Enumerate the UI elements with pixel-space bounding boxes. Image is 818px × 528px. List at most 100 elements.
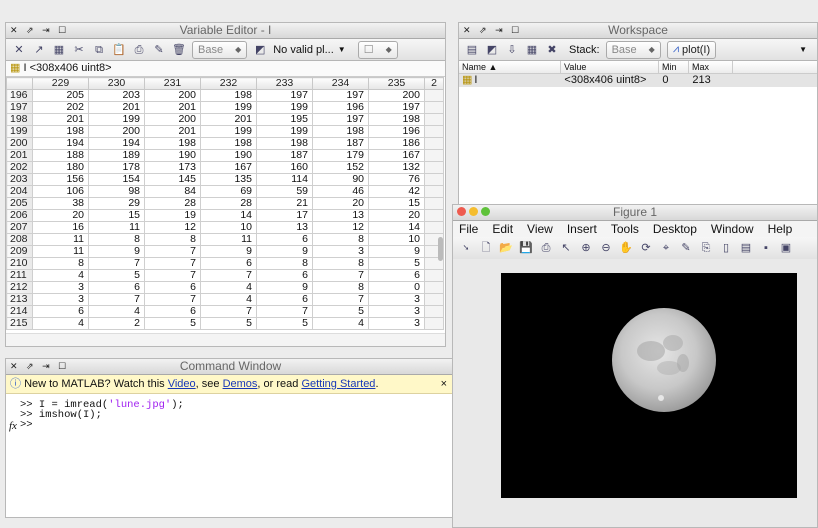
table-cell[interactable]: 6 <box>144 281 201 294</box>
row-header[interactable]: 212 <box>6 281 33 294</box>
row-header[interactable]: 215 <box>6 317 33 330</box>
row-header[interactable]: 202 <box>6 161 33 174</box>
table-cell[interactable]: 199 <box>200 125 257 138</box>
table-cell[interactable]: 6 <box>144 305 201 318</box>
table-cell[interactable]: 69 <box>200 185 257 198</box>
layout-select[interactable]: ☐ ◆ <box>357 40 398 59</box>
table-cell[interactable]: 156 <box>32 173 89 186</box>
table-cell[interactable]: 197 <box>312 113 369 126</box>
max-header[interactable]: Max <box>689 61 733 73</box>
new-figure-icon[interactable]: 🗋 <box>479 241 493 255</box>
table-cell[interactable]: 200 <box>144 113 201 126</box>
menu-item-desktop[interactable]: Desktop <box>653 221 697 237</box>
table-cell[interactable]: 5 <box>368 257 425 270</box>
zoom-in-icon[interactable]: ⊕ <box>579 241 593 255</box>
menu-item-help[interactable]: Help <box>768 221 793 237</box>
table-cell[interactable]: 8 <box>312 233 369 246</box>
table-cell[interactable]: 8 <box>312 281 369 294</box>
table-cell[interactable]: 154 <box>88 173 145 186</box>
table-cell[interactable]: 6 <box>32 305 89 318</box>
table-cell[interactable]: 197 <box>312 89 369 102</box>
table-cell[interactable]: 199 <box>256 125 313 138</box>
table-cell[interactable]: 84 <box>144 185 201 198</box>
row-header[interactable]: 208 <box>6 233 33 246</box>
table-cell[interactable]: 173 <box>144 161 201 174</box>
table-cell[interactable]: 5 <box>312 305 369 318</box>
table-cell[interactable]: 194 <box>32 137 89 150</box>
table-cell[interactable]: 186 <box>368 137 425 150</box>
table-cell[interactable]: 199 <box>88 113 145 126</box>
table-cell[interactable]: 5 <box>256 317 313 330</box>
row-header[interactable]: 207 <box>6 221 33 234</box>
copy-icon[interactable]: ⧉ <box>92 43 106 57</box>
menu-item-file[interactable]: File <box>459 221 478 237</box>
table-cell[interactable]: 4 <box>312 317 369 330</box>
table-cell[interactable]: 3 <box>368 293 425 306</box>
menu-item-window[interactable]: Window <box>711 221 754 237</box>
row-header[interactable]: 214 <box>6 305 33 318</box>
table-cell[interactable]: 199 <box>256 101 313 114</box>
table-cell[interactable]: 12 <box>312 221 369 234</box>
value-header[interactable]: Value <box>561 61 659 73</box>
table-cell[interactable]: 132 <box>368 161 425 174</box>
table-cell[interactable]: 190 <box>144 149 201 162</box>
table-cell[interactable]: 13 <box>312 209 369 222</box>
table-cell[interactable]: 198 <box>200 137 257 150</box>
table-cell[interactable]: 9 <box>88 245 145 258</box>
save-icon[interactable]: 💾 <box>519 241 533 255</box>
table-cell[interactable]: 3 <box>368 305 425 318</box>
row-header[interactable]: 213 <box>6 293 33 306</box>
table-cell[interactable]: 10 <box>368 233 425 246</box>
print-icon[interactable]: ⎙ <box>539 241 553 255</box>
table-cell[interactable]: 42 <box>368 185 425 198</box>
table-cell[interactable]: 200 <box>88 125 145 138</box>
table-cell[interactable]: 160 <box>256 161 313 174</box>
table-cell[interactable]: 7 <box>200 269 257 282</box>
table-cell[interactable]: 198 <box>256 137 313 150</box>
column-header[interactable]: 234 <box>312 77 369 90</box>
menu-item-edit[interactable]: Edit <box>492 221 513 237</box>
table-cell[interactable]: 196 <box>368 125 425 138</box>
table-cell[interactable]: 7 <box>144 245 201 258</box>
table-cell[interactable]: 90 <box>312 173 369 186</box>
table-cell[interactable]: 21 <box>256 197 313 210</box>
table-cell[interactable]: 201 <box>144 125 201 138</box>
table-cell[interactable]: 8 <box>256 257 313 270</box>
getting-started-link[interactable]: Getting Started <box>301 378 375 390</box>
delete-icon[interactable]: 🗑 <box>172 43 186 57</box>
table-cell[interactable]: 7 <box>88 293 145 306</box>
new-variable-icon[interactable]: ▦ <box>52 43 66 57</box>
open-variable-icon[interactable]: ◩ <box>485 43 499 57</box>
command-prompt[interactable]: >> <box>6 420 455 431</box>
table-cell[interactable]: 11 <box>200 233 257 246</box>
table-cell[interactable]: 4 <box>200 281 257 294</box>
table-cell[interactable]: 19 <box>144 209 201 222</box>
menu-item-insert[interactable]: Insert <box>567 221 597 237</box>
pan-icon[interactable]: ✋ <box>619 241 633 255</box>
no-valid-plots-label[interactable]: No valid pl... <box>273 44 334 56</box>
command-area[interactable]: >> I = imread('lune.jpg'); >> imshow(I);… <box>6 394 455 432</box>
fx-icon[interactable]: fx <box>9 420 17 432</box>
chevron-down-icon[interactable]: ▼ <box>338 45 346 54</box>
table-cell[interactable]: 198 <box>32 125 89 138</box>
table-cell[interactable]: 5 <box>88 269 145 282</box>
table-cell[interactable]: 5 <box>144 317 201 330</box>
table-cell[interactable]: 10 <box>200 221 257 234</box>
stack-select[interactable]: Base ◆ <box>605 40 661 59</box>
table-cell[interactable]: 8 <box>312 257 369 270</box>
row-header[interactable]: 205 <box>6 197 33 210</box>
table-cell[interactable]: 7 <box>312 269 369 282</box>
table-cell[interactable]: 4 <box>32 269 89 282</box>
column-header[interactable]: 231 <box>144 77 201 90</box>
column-header[interactable]: 233 <box>256 77 313 90</box>
table-cell[interactable]: 179 <box>312 149 369 162</box>
table-cell[interactable]: 178 <box>88 161 145 174</box>
table-cell[interactable]: 9 <box>200 245 257 258</box>
row-header[interactable]: 200 <box>6 137 33 150</box>
table-cell[interactable]: 201 <box>144 101 201 114</box>
table-cell[interactable]: 76 <box>368 173 425 186</box>
moon-image[interactable] <box>501 273 797 498</box>
save-icon[interactable]: ▦ <box>525 43 539 57</box>
table-cell[interactable]: 6 <box>256 269 313 282</box>
table-cell[interactable]: 6 <box>200 257 257 270</box>
